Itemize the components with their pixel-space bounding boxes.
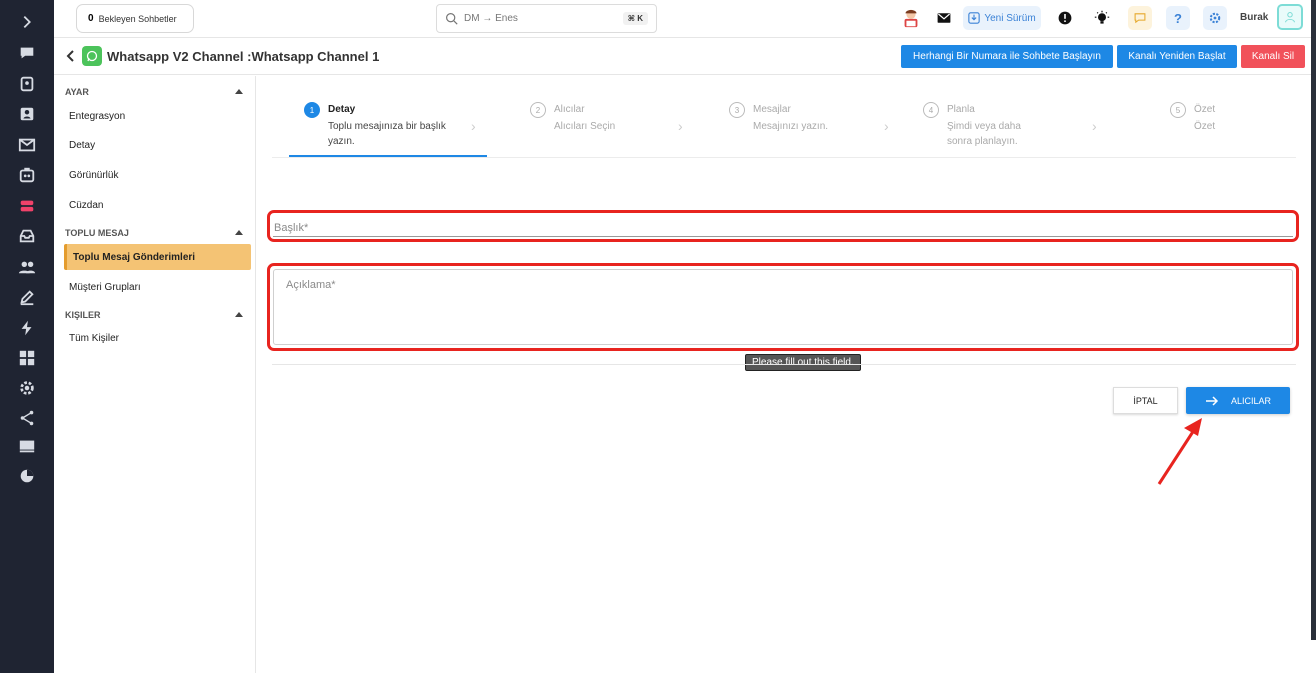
user-avatar-icon[interactable]	[1277, 4, 1303, 30]
sidebar-item-toplu-mesaj-gonderimleri[interactable]: Toplu Mesaj Gönderimleri	[64, 244, 251, 270]
page-title: Whatsapp V2 Channel :Whatsapp Channel 1	[107, 49, 380, 64]
step-title: Özet	[1194, 104, 1216, 115]
share-icon[interactable]	[17, 408, 37, 428]
step-number: 1	[304, 102, 320, 118]
step-chevron-icon: ›	[471, 118, 476, 134]
title-input[interactable]: Başlık*	[273, 216, 1293, 237]
pending-chats-button[interactable]: 0 Bekleyen Sohbetler	[76, 4, 194, 33]
top-bar: 0 Bekleyen Sohbetler DM → Enes ⌘ K Yeni …	[54, 0, 1316, 38]
sidebar-item-detay[interactable]: Detay	[69, 140, 95, 151]
settings-gear-icon[interactable]	[17, 378, 37, 398]
search-icon	[446, 13, 458, 25]
mail-icon[interactable]	[932, 6, 956, 30]
pending-label: Bekleyen Sohbetler	[98, 13, 177, 24]
sidebar-item-gorunurluk[interactable]: Görünürlük	[69, 170, 118, 181]
step-description: Mesajınızı yazın.	[753, 121, 829, 132]
alert-icon[interactable]	[1053, 6, 1077, 30]
cancel-button[interactable]: İPTAL	[1113, 387, 1178, 414]
description-field-highlight: Açıklama*	[267, 263, 1299, 351]
chat-icon[interactable]	[17, 43, 37, 63]
settings-sidebar: AYAR Entegrasyon Detay Görünürlük Cüzdan…	[54, 76, 256, 673]
username: Burak	[1240, 12, 1269, 23]
section-title-ayar: AYAR	[65, 87, 89, 97]
download-icon	[968, 12, 981, 24]
collapse-caret-icon[interactable]	[235, 89, 243, 94]
step-title: Planla	[947, 104, 975, 115]
step-number: 5	[1170, 102, 1186, 118]
search-shortcut: ⌘ K	[622, 12, 648, 25]
campaign-icon[interactable]	[17, 196, 37, 216]
search-box[interactable]: DM → Enes ⌘ K	[436, 4, 657, 33]
icon-rail	[0, 0, 54, 673]
bot-icon[interactable]	[17, 165, 37, 185]
edit-icon[interactable]	[17, 287, 37, 307]
help-icon[interactable]: ?	[1166, 6, 1190, 30]
feedback-icon[interactable]	[1128, 6, 1152, 30]
step-chevron-icon: ›	[678, 118, 683, 134]
step-title: Mesajlar	[753, 104, 791, 115]
step-number: 3	[729, 102, 745, 118]
section-title-toplu-mesaj: TOPLU MESAJ	[65, 228, 129, 238]
section-title-kisiler: KIŞILER	[65, 310, 101, 320]
collapse-caret-icon[interactable]	[235, 230, 243, 235]
bulb-icon[interactable]	[1090, 6, 1114, 30]
users-icon[interactable]	[17, 257, 37, 277]
validation-tooltip: Please fill out this field.	[745, 354, 861, 371]
step-chevron-icon: ›	[1092, 118, 1097, 134]
form-divider	[272, 364, 1296, 365]
pending-count: 0	[88, 13, 94, 24]
delete-channel-button[interactable]: Kanalı Sil	[1241, 45, 1305, 68]
lightning-icon[interactable]	[17, 318, 37, 338]
step-chevron-icon: ›	[884, 118, 889, 134]
arrow-right-icon	[1205, 395, 1219, 406]
step-description: Şimdi veya daha sonra planlayın.	[947, 121, 1021, 147]
mail-icon[interactable]	[17, 135, 37, 155]
dashboard-icon[interactable]	[17, 348, 37, 368]
settings-icon[interactable]	[1203, 6, 1227, 30]
new-version-button[interactable]: Yeni Sürüm	[963, 6, 1041, 30]
pie-chart-icon[interactable]	[17, 466, 37, 486]
step-description: Toplu mesajınıza bir başlık yazın.	[328, 121, 446, 147]
expand-chevron-icon[interactable]	[17, 12, 37, 32]
start-chat-button[interactable]: Herhangi Bir Numara ile Sohbete Başlayın	[901, 45, 1113, 68]
sidebar-item-entegrasyon[interactable]: Entegrasyon	[69, 111, 125, 122]
agent-avatar-icon[interactable]	[899, 6, 923, 30]
team-chat-icon[interactable]	[17, 74, 37, 94]
next-button-label: ALICILAR	[1230, 395, 1272, 406]
sidebar-item-tum-kisiler[interactable]: Tüm Kişiler	[69, 333, 119, 344]
page-header: Whatsapp V2 Channel :Whatsapp Channel 1 …	[54, 39, 1316, 75]
main-content: 1 Detay Toplu mesajınıza bir başlık yazı…	[256, 76, 1316, 673]
sidebar-item-musteri-gruplari[interactable]: Müşteri Grupları	[69, 282, 141, 293]
collapse-caret-icon[interactable]	[235, 312, 243, 317]
next-recipients-button[interactable]: ALICILAR	[1186, 387, 1290, 414]
active-step-underline	[289, 155, 487, 157]
title-placeholder: Başlık*	[274, 222, 309, 234]
step-title: Alıcılar	[554, 104, 585, 115]
step-description: Özet	[1194, 121, 1216, 132]
inbox-icon[interactable]	[17, 226, 37, 246]
title-field-highlight: Başlık*	[267, 210, 1299, 242]
whatsapp-icon	[82, 46, 102, 66]
step-number: 2	[530, 102, 546, 118]
restart-channel-button[interactable]: Kanalı Yeniden Başlat	[1117, 45, 1237, 68]
step-number: 4	[923, 102, 939, 118]
contacts-icon[interactable]	[17, 104, 37, 124]
step-description: Alıcıları Seçin	[554, 121, 616, 132]
step-title: Detay	[328, 104, 356, 115]
sidebar-item-cuzdan[interactable]: Cüzdan	[69, 200, 103, 211]
search-placeholder: DM → Enes	[464, 13, 518, 24]
description-textarea[interactable]: Açıklama*	[273, 269, 1293, 345]
back-icon[interactable]	[64, 49, 78, 63]
new-version-label: Yeni Sürüm	[984, 12, 1036, 24]
stepper: 1 Detay Toplu mesajınıza bir başlık yazı…	[272, 76, 1296, 158]
device-icon[interactable]	[17, 436, 37, 456]
description-placeholder: Açıklama*	[286, 279, 336, 291]
scrollbar[interactable]	[1311, 0, 1316, 640]
